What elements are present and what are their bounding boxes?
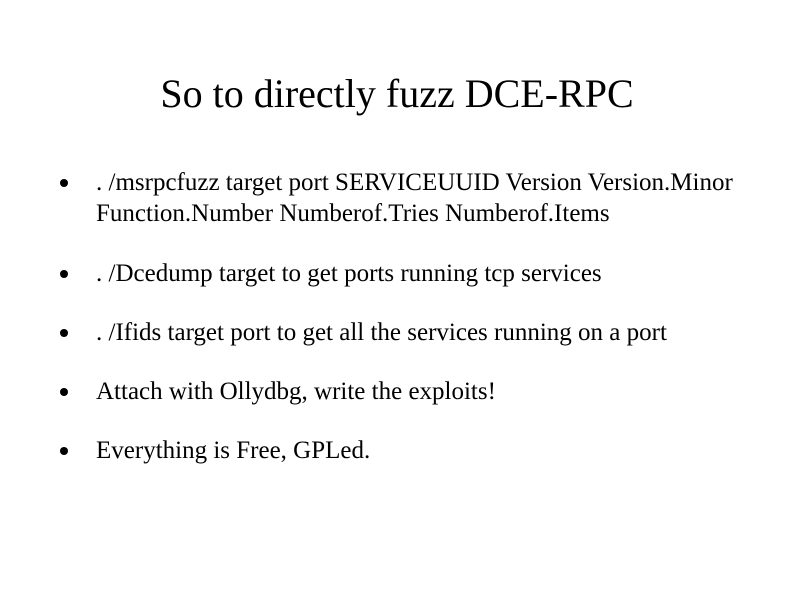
bullet-icon xyxy=(60,179,68,187)
bullet-text: Everything is Free, GPLed. xyxy=(96,435,754,466)
list-item: Attach with Ollydbg, write the exploits! xyxy=(60,376,754,407)
list-item: Everything is Free, GPLed. xyxy=(60,435,754,466)
bullet-icon xyxy=(60,447,68,455)
list-item: . /msrpcfuzz target port SERVICEUUID Ver… xyxy=(60,167,754,230)
bullet-text: . /msrpcfuzz target port SERVICEUUID Ver… xyxy=(96,167,754,230)
bullet-icon xyxy=(60,270,68,278)
slide-title: So to directly fuzz DCE-RPC xyxy=(40,70,754,117)
bullet-text: Attach with Ollydbg, write the exploits! xyxy=(96,376,754,407)
list-item: . /Dcedump target to get ports running t… xyxy=(60,258,754,289)
bullet-list: . /msrpcfuzz target port SERVICEUUID Ver… xyxy=(40,167,754,467)
bullet-text: . /Ifids target port to get all the serv… xyxy=(96,317,754,348)
list-item: . /Ifids target port to get all the serv… xyxy=(60,317,754,348)
bullet-icon xyxy=(60,388,68,396)
bullet-icon xyxy=(60,329,68,337)
bullet-text: . /Dcedump target to get ports running t… xyxy=(96,258,754,289)
